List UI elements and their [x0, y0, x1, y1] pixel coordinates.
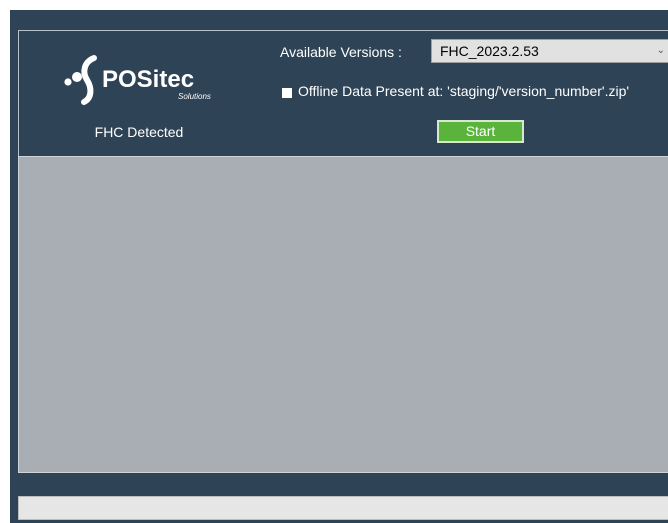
log-output-area[interactable]: [18, 156, 668, 473]
available-versions-label: Available Versions :: [280, 44, 402, 60]
header-panel: POSitec Solutions FHC Detected Available…: [18, 30, 668, 159]
versions-dropdown[interactable]: FHC_2023.2.53 ⌄: [431, 39, 668, 63]
logo-swoosh: [81, 55, 97, 105]
chevron-down-icon: ⌄: [656, 45, 665, 56]
progress-bar: [18, 496, 668, 520]
logo-dot-medium: [72, 72, 82, 82]
logo-dot-small: [64, 78, 72, 86]
positec-logo: POSitec Solutions: [62, 54, 232, 110]
offline-data-label: Offline Data Present at: 'staging/'versi…: [298, 83, 630, 99]
positec-logo-icon: POSitec Solutions: [64, 55, 211, 105]
offline-data-checkbox[interactable]: [282, 88, 292, 98]
versions-selected-value: FHC_2023.2.53: [440, 43, 539, 59]
fhc-status-label: FHC Detected: [94, 124, 184, 140]
app-window: POSitec Solutions FHC Detected Available…: [10, 10, 668, 523]
logo-brand-text: POSitec: [102, 66, 194, 93]
logo-tagline-text: Solutions: [178, 92, 211, 101]
start-button[interactable]: Start: [437, 120, 524, 143]
